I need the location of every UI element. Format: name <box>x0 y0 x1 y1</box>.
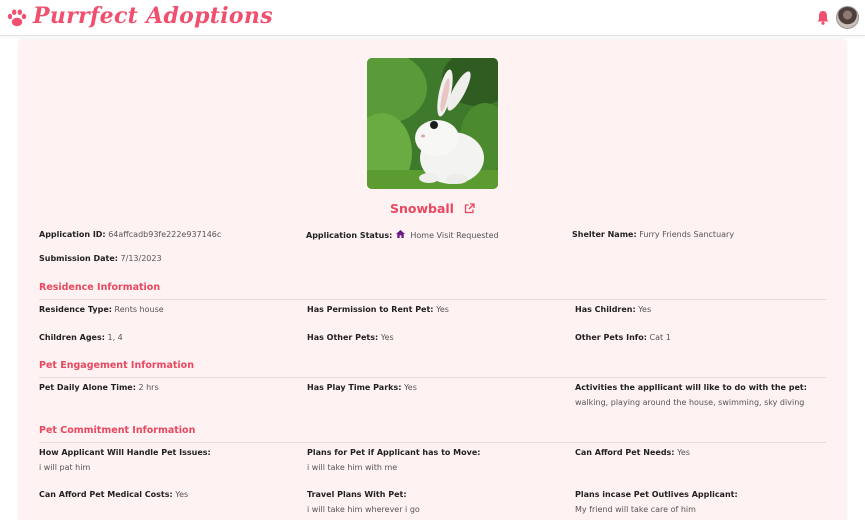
application-id-field: Application ID: 64affcadb93fe222e937146c <box>39 230 221 240</box>
section-divider <box>39 299 826 300</box>
rent-permission-field: Has Permission to Rent Pet: Yes <box>307 305 449 315</box>
field-label: Has Other Pets: <box>307 333 379 342</box>
outlives-plans-field: Plans incase Pet Outlives Applicant: My … <box>575 490 738 515</box>
brand-logo-text[interactable]: Purrfect Adoptions <box>33 3 273 29</box>
field-label: Pet Daily Alone Time: <box>39 383 136 392</box>
paw-icon[interactable] <box>7 9 27 27</box>
field-value: Yes <box>638 305 652 314</box>
field-label: Plans for Pet if Applicant has to Move: <box>307 448 481 457</box>
engagement-section-title: Pet Engagement Information <box>39 360 194 371</box>
alone-time-field: Pet Daily Alone Time: 2 hrs <box>39 383 159 393</box>
field-value: i will pat him <box>39 463 91 472</box>
field-label: Travel Plans With Pet: <box>307 490 407 499</box>
field-label: Other Pets Info: <box>575 333 647 342</box>
afford-needs-field: Can Afford Pet Needs: Yes <box>575 448 690 458</box>
home-icon <box>395 230 405 238</box>
afford-medical-field: Can Afford Pet Medical Costs: Yes <box>39 490 188 500</box>
field-value: 1, 4 <box>107 333 123 342</box>
residence-section-title: Residence Information <box>39 282 161 293</box>
field-label: Children Ages: <box>39 333 105 342</box>
has-children-field: Has Children: Yes <box>575 305 651 315</box>
bell-icon[interactable] <box>817 10 829 25</box>
field-value: 7/13/2023 <box>120 254 162 263</box>
external-link-icon[interactable] <box>464 203 475 214</box>
field-label: Can Afford Pet Medical Costs: <box>39 490 173 499</box>
field-value: My friend will take care of him <box>575 505 696 514</box>
field-value: walking, playing around the house, swimm… <box>575 398 805 407</box>
application-status-field: Application Status: Home Visit Requested <box>306 230 499 241</box>
travel-plans-field: Travel Plans With Pet: i will take him w… <box>307 490 420 515</box>
activities-field: Activities the appllicant will like to d… <box>575 383 807 408</box>
field-value: Yes <box>175 490 189 499</box>
field-label: Has Children: <box>575 305 636 314</box>
user-avatar[interactable] <box>836 6 859 29</box>
field-value: Rents house <box>114 305 164 314</box>
field-label: Shelter Name: <box>572 230 637 239</box>
residence-type-field: Residence Type: Rents house <box>39 305 164 315</box>
field-value: Cat 1 <box>649 333 671 342</box>
move-plans-field: Plans for Pet if Applicant has to Move: … <box>307 448 480 473</box>
field-value: 2 hrs <box>138 383 159 392</box>
field-label: Can Afford Pet Needs: <box>575 448 675 457</box>
field-value: i will take him wherever i go <box>307 505 420 514</box>
field-label: Application ID: <box>39 230 106 239</box>
children-ages-field: Children Ages: 1, 4 <box>39 333 123 343</box>
field-value: 64affcadb93fe222e937146c <box>108 230 222 239</box>
field-label: Plans incase Pet Outlives Applicant: <box>575 490 738 499</box>
field-value: Home Visit Requested <box>410 231 499 240</box>
white-rabbit-photo <box>367 58 498 189</box>
commitment-section-title: Pet Commitment Information <box>39 425 196 436</box>
application-details-card: Snowball Application ID: 64affcadb93fe22… <box>19 40 846 520</box>
other-pets-info-field: Other Pets Info: Cat 1 <box>575 333 671 343</box>
field-label: Submission Date: <box>39 254 118 263</box>
field-label: Has Permission to Rent Pet: <box>307 305 434 314</box>
play-time-parks-field: Has Play Time Parks: Yes <box>307 383 417 393</box>
pet-name-link[interactable]: Snowball <box>390 201 454 216</box>
pet-name-row: Snowball <box>19 198 846 217</box>
field-value: Yes <box>380 333 394 342</box>
submission-date-field: Submission Date: 7/13/2023 <box>39 254 162 264</box>
field-label: Residence Type: <box>39 305 112 314</box>
handle-issues-field: How Applicant Will Handle Pet Issues: i … <box>39 448 211 473</box>
field-value: i will take him with me <box>307 463 398 472</box>
shelter-name-field: Shelter Name: Furry Friends Sanctuary <box>572 230 734 240</box>
top-navbar: Purrfect Adoptions <box>0 0 865 36</box>
has-other-pets-field: Has Other Pets: Yes <box>307 333 394 343</box>
field-value: Yes <box>436 305 449 314</box>
section-divider <box>39 442 826 443</box>
field-label: How Applicant Will Handle Pet Issues: <box>39 448 211 457</box>
section-divider <box>39 377 826 378</box>
field-value: Yes <box>677 448 690 457</box>
field-label: Application Status: <box>306 231 393 240</box>
field-value: Yes <box>403 383 417 392</box>
field-value: Furry Friends Sanctuary <box>639 230 735 239</box>
field-label: Activities the appllicant will like to d… <box>575 383 807 392</box>
field-label: Has Play Time Parks: <box>307 383 402 392</box>
